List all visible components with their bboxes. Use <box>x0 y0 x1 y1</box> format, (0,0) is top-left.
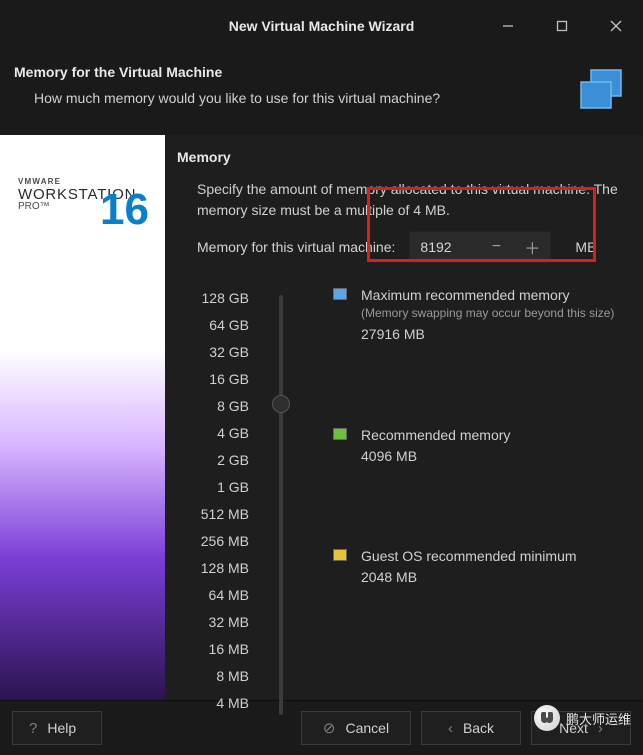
logo-version: 16 <box>100 185 149 235</box>
help-icon: ? <box>29 720 37 737</box>
legend-rec-title: Recommended memory <box>361 425 510 445</box>
titlebar: New Virtual Machine Wizard <box>0 0 643 52</box>
slider-handle[interactable] <box>272 395 290 413</box>
memory-input-group: − ＋ <box>409 231 551 263</box>
slider-track-line <box>279 295 283 715</box>
legend-max-sub: (Memory swapping may occur beyond this s… <box>361 305 614 322</box>
legend-rec: Recommended memory 4096 MB <box>333 425 510 467</box>
wizard-header: Memory for the Virtual Machine How much … <box>0 52 643 135</box>
watermark: 鹏大师运维 <box>534 705 631 731</box>
scale-tick-label: 512 MB <box>177 501 249 528</box>
scale-tick-label: 32 MB <box>177 609 249 636</box>
scale-labels: 128 GB64 GB32 GB16 GB8 GB4 GB2 GB1 GB512… <box>177 285 267 717</box>
maximize-button[interactable] <box>535 0 589 52</box>
memory-decrement-button[interactable]: − <box>478 232 514 262</box>
memory-legend: Maximum recommended memory (Memory swapp… <box>305 285 629 717</box>
memory-icon <box>575 66 625 119</box>
window-controls <box>481 0 643 52</box>
section-title: Memory <box>177 149 629 165</box>
help-button[interactable]: ?Help <box>12 711 102 745</box>
legend-min: Guest OS recommended minimum 2048 MB <box>333 546 577 588</box>
scale-tick-label: 16 MB <box>177 636 249 663</box>
memory-panel: Memory Specify the amount of memory allo… <box>165 135 643 700</box>
legend-rec-swatch <box>333 428 347 440</box>
cancel-icon: ⊘ <box>323 719 336 737</box>
close-button[interactable] <box>589 0 643 52</box>
legend-max-value: 27916 MB <box>361 324 614 344</box>
scale-tick-label: 128 GB <box>177 285 249 312</box>
memory-input[interactable] <box>410 239 478 255</box>
legend-min-value: 2048 MB <box>361 567 577 587</box>
legend-max-title: Maximum recommended memory <box>361 285 614 305</box>
scale-tick-label: 16 GB <box>177 366 249 393</box>
chevron-left-icon: ‹ <box>448 720 453 737</box>
scale-tick-label: 8 MB <box>177 663 249 690</box>
legend-min-swatch <box>333 549 347 561</box>
memory-scale: 128 GB64 GB32 GB16 GB8 GB4 GB2 GB1 GB512… <box>177 285 629 717</box>
scale-tick-label: 64 MB <box>177 582 249 609</box>
scale-tick-label: 256 MB <box>177 528 249 555</box>
section-desc: Specify the amount of memory allocated t… <box>197 179 627 221</box>
page-title: Memory for the Virtual Machine <box>14 64 575 80</box>
scale-tick-label: 32 GB <box>177 339 249 366</box>
page-desc: How much memory would you like to use fo… <box>34 90 575 106</box>
sidebar-brand-image: VMWARE WORKSTATION PRO™ 16 <box>0 135 165 700</box>
scale-tick-label: 2 GB <box>177 447 249 474</box>
scale-tick-label: 64 GB <box>177 312 249 339</box>
watermark-icon <box>534 705 560 731</box>
scale-tick-label: 1 GB <box>177 474 249 501</box>
window-title: New Virtual Machine Wizard <box>229 18 415 34</box>
memory-unit: MB <box>575 239 596 255</box>
scale-tick-label: 8 GB <box>177 393 249 420</box>
legend-max: Maximum recommended memory (Memory swapp… <box>333 285 614 344</box>
minimize-button[interactable] <box>481 0 535 52</box>
wizard-body: VMWARE WORKSTATION PRO™ 16 Memory Specif… <box>0 135 643 700</box>
scale-tick-label: 4 MB <box>177 690 249 717</box>
watermark-text: 鹏大师运维 <box>566 709 631 728</box>
scale-tick-label: 4 GB <box>177 420 249 447</box>
legend-rec-value: 4096 MB <box>361 446 510 466</box>
legend-min-title: Guest OS recommended minimum <box>361 546 577 566</box>
memory-slider[interactable] <box>267 285 305 717</box>
memory-increment-button[interactable]: ＋ <box>514 232 550 262</box>
legend-max-swatch <box>333 288 347 300</box>
scale-tick-label: 128 MB <box>177 555 249 582</box>
memory-label: Memory for this virtual machine: <box>197 239 395 255</box>
